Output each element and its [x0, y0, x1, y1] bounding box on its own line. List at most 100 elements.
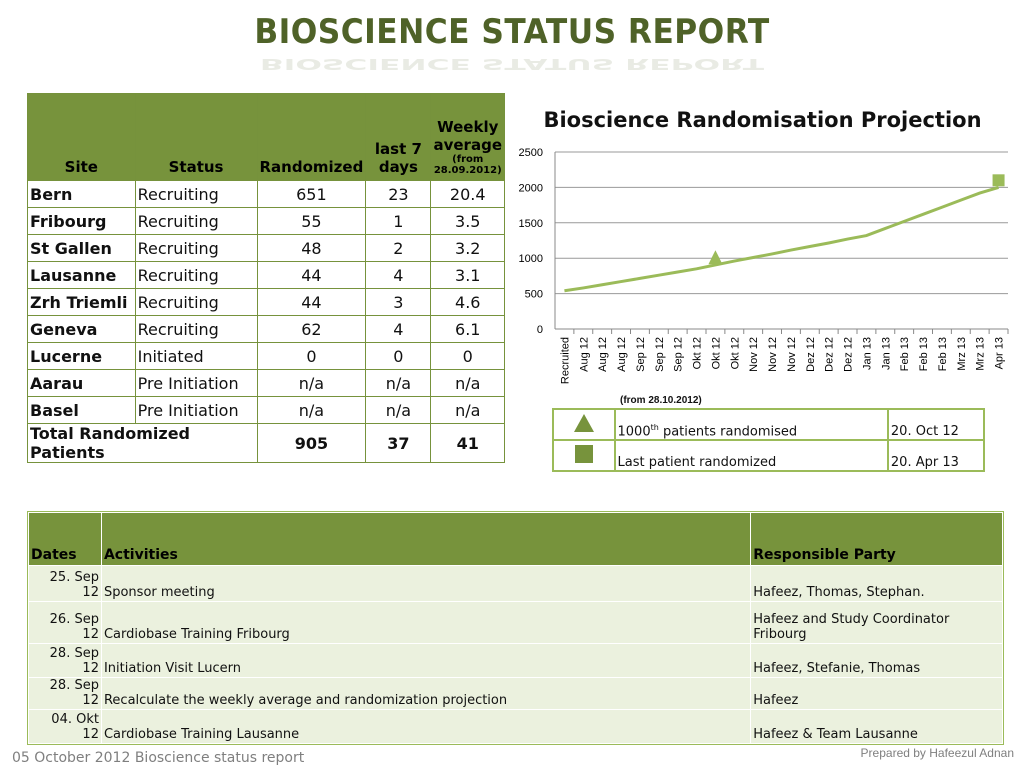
table-row: St Gallen Recruiting 48 2 3.2 — [27, 234, 505, 262]
milestone-marker-triangle — [708, 250, 723, 265]
site-randomized: 62 — [256, 315, 367, 343]
y-tick-label: 1000 — [519, 253, 543, 265]
header-randomized: Randomized — [256, 93, 367, 181]
table-row: Basel Pre Initiation n/a n/a n/a — [27, 396, 505, 424]
header-weekly-from: (from 28.09.2012) — [433, 154, 502, 176]
site-name: Zrh Triemli — [27, 288, 136, 316]
chart-note: (from 28.10.2012) — [620, 395, 702, 406]
table-row: Geneva Recruiting 62 4 6.1 — [27, 315, 505, 343]
y-tick-label: 0 — [537, 324, 543, 336]
site-last7: 1 — [365, 207, 432, 235]
x-tick-label: Aug 12 — [616, 337, 628, 372]
activity-date: 28. Sep 12 — [28, 643, 102, 678]
site-status: Pre Initiation — [134, 396, 258, 424]
site-randomized: 48 — [256, 234, 367, 262]
x-tick-label: Recruited — [559, 337, 571, 384]
site-randomized: 55 — [256, 207, 367, 235]
site-status: Recruiting — [134, 261, 258, 289]
site-weekly: 3.1 — [430, 261, 505, 289]
table-row: Aarau Pre Initiation n/a n/a n/a — [27, 369, 505, 397]
activity-date: 28. Sep 12 — [28, 677, 102, 710]
site-name: Fribourg — [27, 207, 136, 235]
table-row: 28. Sep 12 Initiation Visit Lucern Hafeez,… — [28, 643, 1003, 678]
site-weekly: n/a — [430, 396, 505, 424]
x-tick-label: Sep 12 — [654, 337, 666, 372]
table-row: 25. Sep 12 Sponsor meeting Hafeez, Thomas,… — [28, 565, 1003, 602]
site-weekly: 4.6 — [430, 288, 505, 316]
activity-description: Cardiobase Training Lausanne — [100, 709, 752, 744]
milestone-date: 20. Apr 13 — [886, 439, 986, 472]
activity-description: Cardiobase Training Fribourg — [100, 601, 752, 644]
site-randomized: 44 — [256, 288, 367, 316]
x-tick-label: Jan 13 — [880, 337, 892, 370]
site-randomized: 44 — [256, 261, 367, 289]
x-tick-label: Mrz 13 — [956, 337, 968, 371]
activity-description: Sponsor meeting — [100, 565, 752, 602]
milestone-marker-square — [992, 174, 1005, 187]
milestone-text-sup: th — [650, 422, 659, 432]
site-status: Recruiting — [134, 234, 258, 262]
milestones-legend: 1000th patients randomised 20. Oct 12 Last… — [552, 408, 986, 472]
milestone-text: Last patient randomized — [613, 439, 889, 472]
x-tick-label: Nov 12 — [748, 337, 760, 372]
site-table-header-row: Site Status Randomized last 7 days Weekl… — [27, 93, 505, 181]
milestone-date: 20. Oct 12 — [886, 408, 986, 441]
x-tick-label: Okt 12 — [692, 337, 704, 369]
site-last7: 0 — [365, 342, 432, 370]
x-tick-label: Feb 13 — [937, 337, 949, 371]
table-row: Bern Recruiting 651 23 20.4 — [27, 180, 505, 208]
table-row: Zrh Triemli Recruiting 44 3 4.6 — [27, 288, 505, 316]
x-tick-label: Dez 12 — [824, 337, 836, 372]
activity-responsible: Hafeez & Team Lausanne — [750, 709, 1003, 744]
table-row: Lausanne Recruiting 44 4 3.1 — [27, 261, 505, 289]
activity-responsible: Hafeez and Study Coordinator Fribourg — [750, 601, 1003, 644]
header-site: Site — [27, 93, 136, 181]
x-tick-label: Okt 12 — [729, 337, 741, 369]
site-last7: 4 — [365, 315, 432, 343]
y-tick-label: 2000 — [519, 182, 543, 194]
projection-line — [564, 185, 999, 293]
site-weekly: 20.4 — [430, 180, 505, 208]
site-name: Lausanne — [27, 261, 136, 289]
milestone-row: 1000th patients randomised 20. Oct 12 — [552, 408, 986, 441]
table-row: Lucerne Initiated 0 0 0 — [27, 342, 505, 370]
site-name: Geneva — [27, 315, 136, 343]
x-tick-label: Sep 12 — [635, 337, 647, 372]
total-last7: 37 — [365, 423, 432, 463]
chart-title: Bioscience Randomisation Projection — [543, 108, 982, 132]
activity-responsible: Hafeez, Thomas, Stephan. — [750, 565, 1003, 602]
x-tick-label: Nov 12 — [767, 337, 779, 372]
activity-description: Recalculate the weekly average and rando… — [100, 677, 752, 710]
x-tick-label: Feb 13 — [918, 337, 930, 371]
site-name: Basel — [27, 396, 136, 424]
site-randomized: n/a — [256, 396, 367, 424]
activities-table: Dates Activities Responsible Party 25. S… — [27, 511, 1004, 745]
table-row: 04. Okt 12 Cardiobase Training Lausanne Ha… — [28, 709, 1003, 744]
milestone-row: Last patient randomized 20. Apr 13 — [552, 439, 986, 472]
site-weekly: 6.1 — [430, 315, 505, 343]
site-weekly: 0 — [430, 342, 505, 370]
page-title: BIOSCIENCE STATUS REPORT — [254, 12, 770, 52]
x-tick-label: Apr 13 — [994, 337, 1006, 369]
header-responsible-party: Responsible Party — [750, 512, 1003, 566]
header-activities: Activities — [100, 512, 752, 566]
x-tick-label: Feb 13 — [899, 337, 911, 371]
site-name: Aarau — [27, 369, 136, 397]
site-status-table: Site Status Randomized last 7 days Weekl… — [27, 93, 505, 463]
total-label: Total Randomized Patients — [27, 423, 258, 463]
milestone-text: 1000th patients randomised — [613, 408, 889, 441]
site-status: Initiated — [134, 342, 258, 370]
footer-author: Prepared by Hafeezul Adnan — [860, 746, 1014, 760]
header-weekly-label: Weekly average — [433, 118, 502, 154]
site-status: Recruiting — [134, 180, 258, 208]
milestone-text-main: Last patient randomized — [617, 455, 777, 470]
site-randomized: 0 — [256, 342, 367, 370]
x-tick-label: Dez 12 — [843, 337, 855, 372]
site-last7: n/a — [365, 369, 432, 397]
x-tick-label: Jan 13 — [861, 337, 873, 370]
header-status: Status — [134, 93, 258, 181]
site-last7: n/a — [365, 396, 432, 424]
total-randomized: 905 — [256, 423, 367, 463]
total-row: Total Randomized Patients 905 37 41 — [27, 423, 505, 463]
x-tick-label: Nov 12 — [786, 337, 798, 372]
